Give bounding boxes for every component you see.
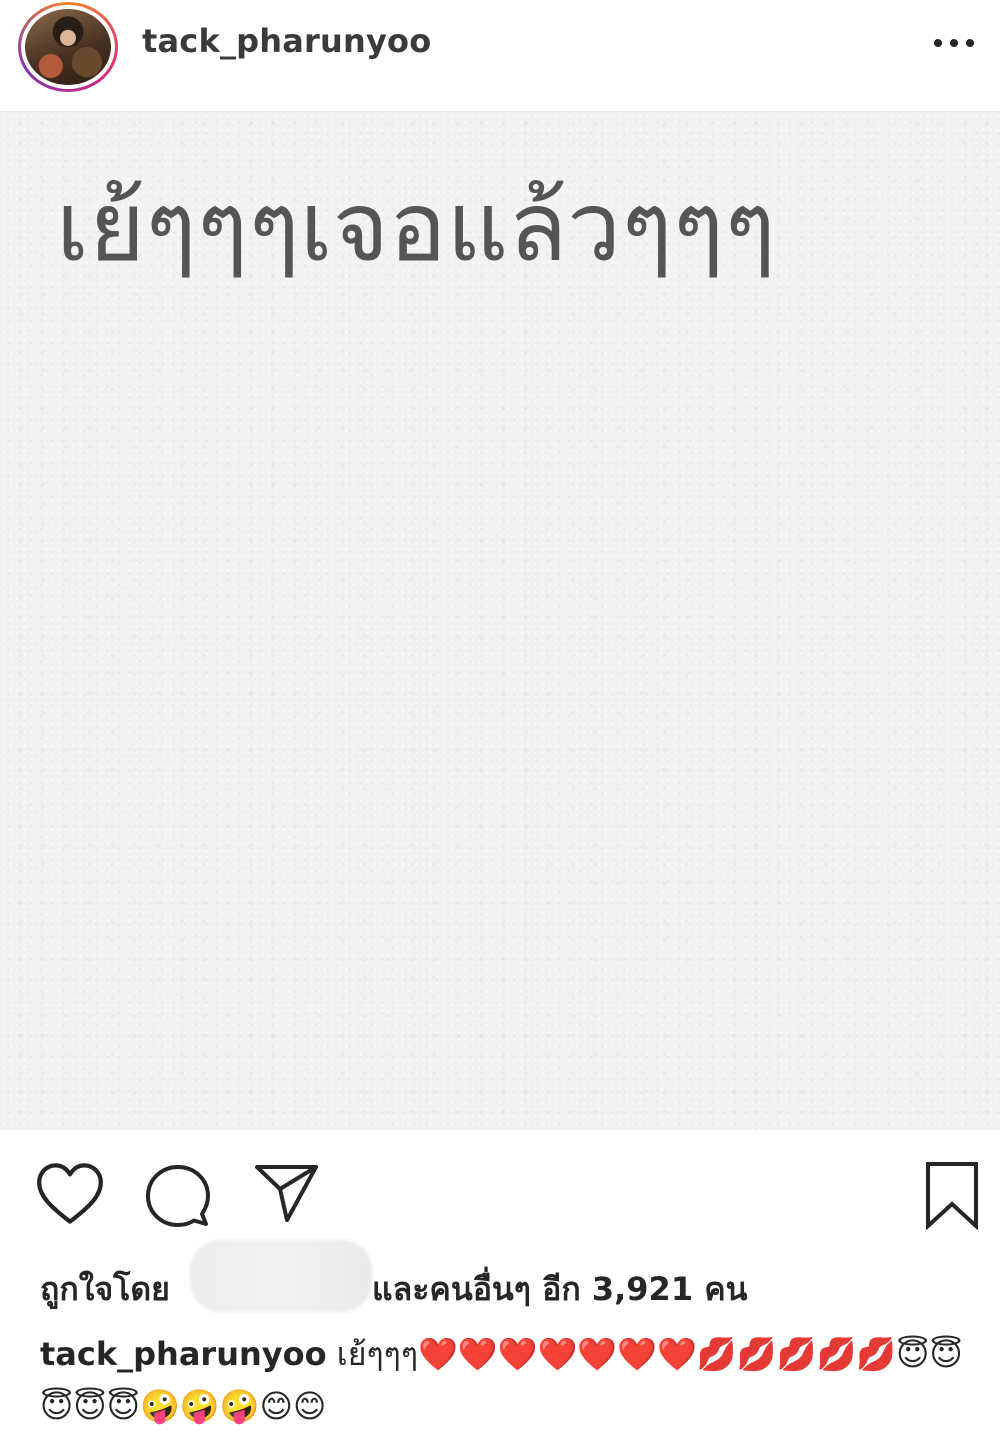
- likes-prefix: ถูกใจโดย: [40, 1270, 170, 1308]
- blurred-username[interactable]: [190, 1240, 372, 1312]
- like-button[interactable]: [36, 1162, 104, 1226]
- post-image-text: เย้ๆๆๆเจอแล้วๆๆๆ: [56, 171, 776, 283]
- more-dot: [966, 39, 974, 47]
- post-username[interactable]: tack_pharunyoo: [142, 22, 431, 60]
- avatar-frame: [21, 5, 115, 89]
- caption-username[interactable]: tack_pharunyoo: [40, 1335, 327, 1373]
- post-actions-bar: [0, 1130, 1000, 1250]
- comment-icon: [146, 1165, 210, 1227]
- share-icon: [255, 1165, 318, 1222]
- save-button[interactable]: [924, 1160, 980, 1230]
- likes-count-text[interactable]: และคนอื่นๆ อีก 3,921 คน: [372, 1264, 748, 1314]
- more-dot: [950, 39, 958, 47]
- comment-button[interactable]: [146, 1164, 210, 1228]
- bookmark-icon: [926, 1162, 978, 1230]
- post-caption: tack_pharunyoo เย้ๆๆๆ❤️❤️❤️❤️❤️❤️❤️💋💋💋💋💋…: [40, 1328, 970, 1432]
- avatar[interactable]: [18, 2, 118, 92]
- post-image[interactable]: เย้ๆๆๆเจอแล้วๆๆๆ: [0, 112, 1000, 1130]
- more-horizontal-icon[interactable]: [934, 28, 974, 58]
- more-dot: [934, 39, 942, 47]
- share-button[interactable]: [254, 1162, 320, 1224]
- heart-icon: [37, 1163, 103, 1224]
- avatar-image: [25, 9, 111, 85]
- post-header: tack_pharunyoo: [0, 0, 1000, 112]
